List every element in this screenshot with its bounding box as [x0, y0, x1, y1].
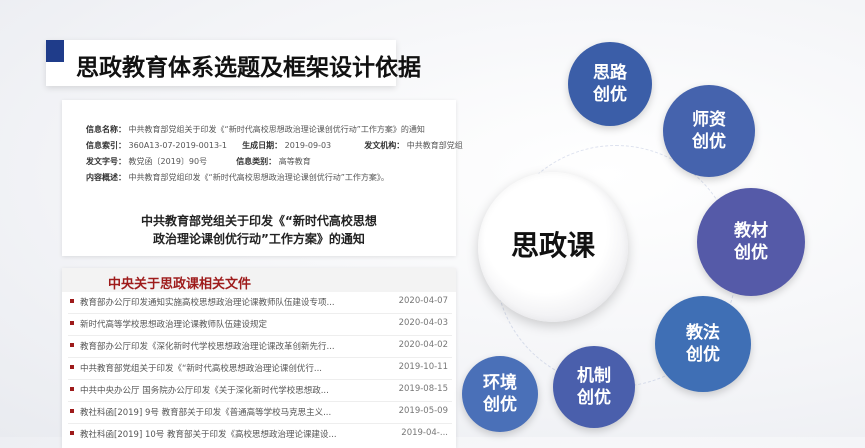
doc-info-index-row: 信息索引： 360A13-07-2019-0013-1 生成日期： 2019-0… [86, 140, 463, 151]
node-label-line-1: 教材 [734, 221, 768, 241]
document-info-card: 信息名称： 中共教育部党组关于印发《“新时代高校思想政治理论课创优行动”工作方案… [62, 100, 463, 256]
doc-info-label: 生成日期： [242, 141, 283, 150]
center-node-label: 思政课 [510, 229, 595, 262]
list-item-title[interactable]: 教育部办公厅印发通知实施高校思想政治理论课教师队伍建设专项... [80, 296, 380, 308]
list-item-title[interactable]: 教社科函[2019] 9号 教育部关于印发《普通高等学校马克思主义... [80, 406, 380, 418]
doc-info-name-row: 信息名称： 中共教育部党组关于印发《“新时代高校思想政治理论课创优行动”工作方案… [86, 124, 425, 135]
doc-info-label: 发文机构： [364, 141, 405, 150]
list-item-title[interactable]: 新时代高等学校思想政治理论课教师队伍建设规定 [80, 318, 380, 330]
doc-info-value: 2019-09-03 [284, 141, 332, 150]
node-label-line-2: 创优 [483, 395, 517, 415]
list-item-date: 2019-05-09 [398, 406, 448, 416]
doc-info-value: 中共教育部党组 [406, 141, 463, 150]
doc-info-value: 教党函〔2019〕90号 [128, 157, 208, 166]
list-item-title[interactable]: 教社科函[2019] 10号 教育部关于印发《高校思想政治理论课建设... [80, 428, 380, 440]
node-approach: 思路 创优 [568, 42, 652, 126]
bullet-icon [70, 343, 74, 347]
list-item-title[interactable]: 中共教育部党组关于印发《“新时代高校思想政治理论课创优行... [80, 362, 380, 374]
doc-info-summary-row: 内容概述： 中共教育部党组印发《“新时代高校思想政治理论课创优行动”工作方案》。 [86, 172, 389, 183]
list-item-date: 2020-04-02 [398, 340, 448, 350]
list-item-title[interactable]: 教育部办公厅印发《深化新时代学校思想政治理论课改革创新先行... [80, 340, 380, 352]
doc-info-label: 内容概述： [86, 173, 126, 182]
doc-info-label: 信息索引： [86, 141, 126, 150]
list-header: 中央关于思政课相关文件 [62, 268, 456, 292]
bullet-icon [70, 387, 74, 391]
doc-info-label: 信息名称： [86, 125, 126, 134]
node-label-line-2: 创优 [593, 85, 627, 105]
doc-info-label: 信息类别： [236, 157, 277, 166]
node-label-line-2: 创优 [734, 243, 768, 263]
center-node: 思政课 [478, 172, 628, 322]
list-item-date: 2019-10-11 [398, 362, 448, 372]
doc-info-value: 高等教育 [278, 157, 311, 166]
doc-info-value: 中共教育部党组关于印发《“新时代高校思想政治理论课创优行动”工作方案》的通知 [128, 125, 425, 134]
node-teaching-method: 教法 创优 [655, 296, 751, 392]
bullet-icon [70, 365, 74, 369]
doc-info-value: 360A13-07-2019-0013-1 [128, 141, 228, 150]
title-banner: 思政教育体系选题及框架设计依据 [46, 40, 421, 86]
node-mechanism: 机制 创优 [553, 346, 635, 428]
list-item[interactable]: 中共中央办公厅 国务院办公厅印发《关于深化新时代学校思想政... 2019-08… [68, 380, 452, 402]
node-faculty: 师资 创优 [663, 85, 755, 177]
bullet-icon [70, 299, 74, 303]
node-label-line-2: 创优 [686, 345, 720, 365]
doc-heading-line-1: 中共教育部党组关于印发《“新时代高校思想 [141, 214, 377, 228]
node-label-line-2: 创优 [577, 388, 611, 408]
node-label-line-1: 师资 [692, 110, 726, 130]
list-item[interactable]: 新时代高等学校思想政治理论课教师队伍建设规定 2020-04-03 [68, 314, 452, 336]
title-accent-bar [46, 40, 64, 62]
node-label-line-1: 教法 [686, 323, 720, 343]
node-environment: 环境 创优 [462, 356, 538, 432]
bullet-icon [70, 431, 74, 435]
doc-info-number-row: 发文字号： 教党函〔2019〕90号 信息类别： 高等教育 [86, 156, 311, 167]
list-item[interactable]: 教育部办公厅印发《深化新时代学校思想政治理论课改革创新先行... 2020-04… [68, 336, 452, 358]
list-item[interactable]: 教社科函[2019] 9号 教育部关于印发《普通高等学校马克思主义... 201… [68, 402, 452, 424]
list-item-date: 2020-04-03 [398, 318, 448, 328]
node-label-line-1: 机制 [577, 366, 611, 386]
list-item[interactable]: 教育部办公厅印发通知实施高校思想政治理论课教师队伍建设专项... 2020-04… [68, 292, 452, 314]
doc-heading-line-2: 政治理论课创优行动”工作方案》的通知 [153, 232, 365, 246]
bullet-icon [70, 409, 74, 413]
list-header-title: 中央关于思政课相关文件 [108, 277, 252, 292]
node-label-line-1: 思路 [593, 63, 627, 83]
node-label-line-2: 创优 [692, 132, 726, 152]
list-item-date: 2019-08-15 [398, 384, 448, 394]
page-title: 思政教育体系选题及框架设计依据 [76, 55, 421, 81]
doc-info-value: 中共教育部党组印发《“新时代高校思想政治理论课创优行动”工作方案》。 [128, 173, 389, 182]
node-textbook: 教材 创优 [697, 188, 805, 296]
list-item[interactable]: 中共教育部党组关于印发《“新时代高校思想政治理论课创优行... 2019-10-… [68, 358, 452, 380]
node-label-line-1: 环境 [483, 373, 517, 393]
list-item-date: 2020-04-07 [398, 296, 448, 306]
doc-info-label: 发文字号： [86, 157, 126, 166]
bullet-icon [70, 321, 74, 325]
related-documents-list: 中央关于思政课相关文件 教育部办公厅印发通知实施高校思想政治理论课教师队伍建设专… [62, 268, 456, 448]
list-item[interactable]: 教社科函[2019] 10号 教育部关于印发《高校思想政治理论课建设... 20… [68, 424, 452, 446]
list-item-title[interactable]: 中共中央办公厅 国务院办公厅印发《关于深化新时代学校思想政... [80, 384, 380, 396]
